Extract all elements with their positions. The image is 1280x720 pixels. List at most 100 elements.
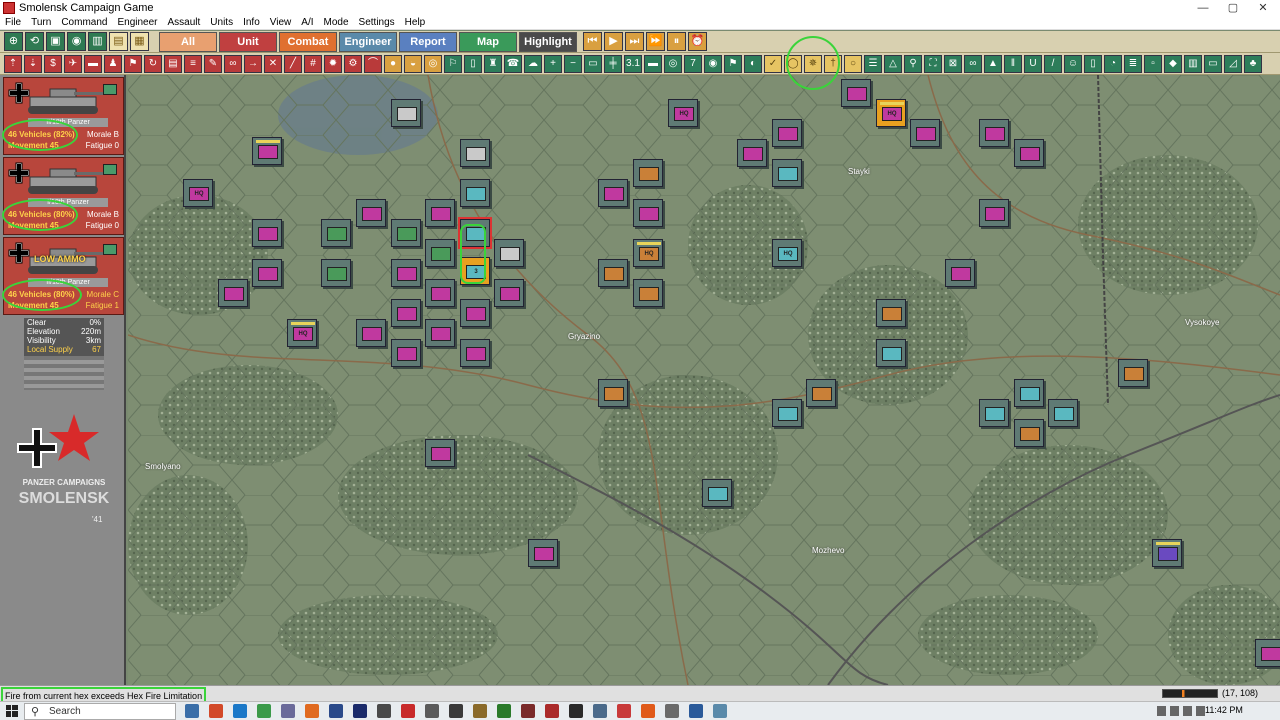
unit-counter[interactable] — [321, 219, 351, 247]
app-taskbar-icon[interactable] — [209, 704, 223, 718]
expand-icon[interactable]: ⛶ — [924, 54, 942, 73]
collapse-icon[interactable]: ⊠ — [944, 54, 962, 73]
arrow-icon[interactable]: → — [244, 54, 262, 73]
minus-icon[interactable]: − — [564, 54, 582, 73]
unit-counter[interactable]: HQ — [287, 319, 317, 347]
ring-icon[interactable]: ◉ — [704, 54, 722, 73]
app-taskbar-icon[interactable] — [665, 704, 679, 718]
cloud-icon[interactable]: ☁ — [524, 54, 542, 73]
unit-counter[interactable] — [633, 199, 663, 227]
circle-icon[interactable]: ○ — [844, 54, 862, 73]
tab-combat[interactable]: Combat — [279, 31, 337, 52]
menu-engineer[interactable]: Engineer — [112, 16, 162, 29]
trophy-icon[interactable]: ♜ — [484, 54, 502, 73]
app-taskbar-icon[interactable] — [329, 704, 343, 718]
menu-info[interactable]: Info — [238, 16, 265, 29]
unit-counter[interactable] — [1014, 139, 1044, 167]
pen-icon[interactable]: ╱ — [284, 54, 302, 73]
unit-counter[interactable]: HQ — [633, 239, 663, 267]
unit-counter[interactable] — [252, 219, 282, 247]
unit-counter[interactable] — [1014, 379, 1044, 407]
unit-counter[interactable] — [391, 299, 421, 327]
unit-counter[interactable] — [425, 199, 455, 227]
app-taskbar-icon[interactable] — [281, 704, 295, 718]
app-taskbar-icon[interactable] — [497, 704, 511, 718]
unit-counter[interactable] — [460, 299, 490, 327]
app-taskbar-icon[interactable] — [641, 704, 655, 718]
contrast-icon[interactable]: ◐ — [744, 54, 762, 73]
unit-counter[interactable] — [460, 139, 490, 167]
unit-counter[interactable] — [321, 259, 351, 287]
menu-mode[interactable]: Mode — [319, 16, 354, 29]
unit-counter[interactable]: HQ — [876, 99, 906, 127]
face-icon[interactable]: ☺ — [1064, 54, 1082, 73]
unit-counter[interactable] — [494, 279, 524, 307]
tab-highlight[interactable]: Highlight — [519, 31, 577, 52]
unit-counter[interactable] — [356, 319, 386, 347]
cross-icon[interactable]: ✕ — [264, 54, 282, 73]
bottle-icon[interactable]: ▯ — [1084, 54, 1102, 73]
unit-counter[interactable] — [391, 99, 421, 127]
hex-flag-icon[interactable]: ⚑ — [724, 54, 742, 73]
unit-counter[interactable] — [460, 339, 490, 367]
maximize-button[interactable]: ▢ — [1220, 0, 1246, 16]
unit-counter[interactable] — [772, 399, 802, 427]
tab-all[interactable]: All — [159, 31, 217, 52]
battery-icon[interactable] — [1196, 706, 1205, 716]
eye-icon[interactable]: ◉ — [67, 32, 86, 51]
run-icon[interactable]: ⚑ — [124, 54, 142, 73]
square-icon[interactable]: ▫ — [1144, 54, 1162, 73]
unit-counter[interactable] — [528, 539, 558, 567]
crosshair-icon[interactable]: ⊕ — [4, 32, 23, 51]
railway-icon[interactable]: ╪ — [604, 54, 622, 73]
unit-counter[interactable] — [425, 239, 455, 267]
unit-counter[interactable] — [910, 119, 940, 147]
tree-icon[interactable]: ♣ — [1244, 54, 1262, 73]
unit-counter[interactable]: HQ — [183, 179, 213, 207]
app-taskbar-icon[interactable] — [449, 704, 463, 718]
u-icon[interactable]: U — [1024, 54, 1042, 73]
pie-icon[interactable]: ◔ — [1104, 54, 1122, 73]
layers-icon[interactable]: ☰ — [864, 54, 882, 73]
warning-icon[interactable]: △ — [884, 54, 902, 73]
brush-icon[interactable]: ✎ — [204, 54, 222, 73]
app-taskbar-icon[interactable] — [377, 704, 391, 718]
doc-icon[interactable]: ▤ — [164, 54, 182, 73]
gear-icon[interactable]: ⚙ — [344, 54, 362, 73]
unit-counter[interactable] — [425, 439, 455, 467]
unit-counter[interactable] — [218, 279, 248, 307]
unit-counter[interactable] — [598, 259, 628, 287]
slash-icon[interactable]: / — [1044, 54, 1062, 73]
unit-counter[interactable] — [425, 279, 455, 307]
monitor-icon[interactable]: ▭ — [584, 54, 602, 73]
unit-counter[interactable] — [1048, 399, 1078, 427]
target-icon[interactable]: ◎ — [664, 54, 682, 73]
tank-icon[interactable]: ▬ — [84, 54, 102, 73]
move-up-icon[interactable]: ⇡ — [4, 54, 22, 73]
menu-file[interactable]: File — [0, 16, 26, 29]
book-icon[interactable]: ▯ — [464, 54, 482, 73]
app-taskbar-icon[interactable] — [689, 704, 703, 718]
unit-counter[interactable] — [391, 259, 421, 287]
menu-lines-icon[interactable]: ≣ — [1124, 54, 1142, 73]
unit-counter[interactable] — [425, 319, 455, 347]
bars-icon[interactable]: ‖ — [1004, 54, 1022, 73]
unit-counter[interactable] — [391, 219, 421, 247]
app-taskbar-icon[interactable] — [545, 704, 559, 718]
unit-counter[interactable] — [460, 179, 490, 207]
unit-counter[interactable] — [979, 119, 1009, 147]
play-icon[interactable]: ▶ — [604, 32, 623, 51]
app-taskbar-icon[interactable] — [473, 704, 487, 718]
pause-icon[interactable]: ⏸ — [667, 32, 686, 51]
binoculars-icon[interactable]: ∞ — [224, 54, 242, 73]
unit-counter[interactable] — [806, 379, 836, 407]
hex-map[interactable]: Stayki Gryazino Smolyano Mozhevo Vysokoy… — [128, 75, 1280, 685]
alarm-icon[interactable]: ⏰ — [688, 32, 707, 51]
app-taskbar-icon[interactable] — [401, 704, 415, 718]
bomb-icon[interactable]: ✹ — [324, 54, 342, 73]
check-icon[interactable]: ✓ — [764, 54, 782, 73]
stack-icon[interactable]: ◎ — [424, 54, 442, 73]
menu-view[interactable]: View — [265, 16, 297, 29]
app-taskbar-icon[interactable] — [569, 704, 583, 718]
app-taskbar-icon[interactable] — [185, 704, 199, 718]
